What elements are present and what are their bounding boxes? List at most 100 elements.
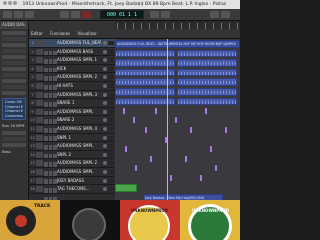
midi-note[interactable]: [215, 165, 217, 172]
inspector-setting[interactable]: [2, 131, 26, 136]
audio-region[interactable]: [115, 59, 175, 67]
plugin-slot[interactable]: Compressor: [5, 114, 23, 119]
pan-knob[interactable]: [103, 161, 107, 166]
midi-note[interactable]: [175, 117, 177, 124]
midi-note[interactable]: [205, 107, 207, 114]
track-row[interactable]: 13 AUDIOMASS SMPL: [29, 142, 115, 159]
midi-note[interactable]: [125, 146, 127, 153]
midi-note[interactable]: [225, 126, 227, 133]
track-row[interactable]: 6 HI HATS: [29, 82, 115, 99]
menu-edit[interactable]: Editar: [31, 31, 43, 36]
midi-note[interactable]: [200, 174, 202, 181]
inspector-setting[interactable]: [2, 61, 26, 65]
pan-knob[interactable]: [103, 118, 107, 123]
audio-region[interactable]: [115, 97, 175, 106]
track-row[interactable]: 11 AUDIOMASS SMPL 4: [29, 125, 115, 142]
inspector-setting[interactable]: [2, 49, 26, 53]
pan-knob[interactable]: [103, 169, 107, 174]
inspector-setting[interactable]: [2, 79, 26, 83]
pan-knob[interactable]: [103, 109, 107, 114]
record-button[interactable]: [82, 11, 91, 18]
editors-button[interactable]: [221, 11, 230, 18]
pan-knob[interactable]: [103, 152, 107, 157]
mixer-button[interactable]: [210, 11, 219, 18]
midi-note[interactable]: [145, 126, 147, 133]
track-row[interactable]: 3 AUDIOMASS SMPL 1: [29, 56, 115, 73]
play-button[interactable]: [71, 11, 80, 18]
pan-knob[interactable]: [103, 92, 107, 97]
inspector-setting[interactable]: [2, 143, 26, 148]
midi-note[interactable]: [155, 107, 157, 114]
inspector-setting[interactable]: [2, 73, 26, 77]
pan-knob[interactable]: [103, 66, 107, 71]
midi-note[interactable]: [150, 155, 152, 162]
audio-region[interactable]: [177, 49, 237, 58]
plugin-slots[interactable]: Comp OK / Rec Channel EQ Channel EQ Comp…: [2, 98, 26, 121]
pan-knob[interactable]: [103, 41, 107, 45]
audio-region[interactable]: [177, 97, 237, 106]
midi-note[interactable]: [190, 126, 192, 133]
midi-note[interactable]: [185, 155, 187, 162]
inspector-button[interactable]: [14, 11, 23, 18]
menu-view[interactable]: Visualizar: [77, 31, 96, 36]
pan-knob[interactable]: [103, 101, 107, 106]
inspector-setting[interactable]: [2, 31, 26, 35]
midi-note[interactable]: [170, 174, 172, 181]
track-row[interactable]: 2 AUDIOMASS BASS: [29, 48, 115, 65]
pan-knob[interactable]: [103, 49, 107, 54]
metronome-button[interactable]: [161, 11, 170, 18]
track-row[interactable]: 9 AUDIOMASS SMPL: [29, 108, 115, 125]
menu-functions[interactable]: Funciones: [50, 31, 70, 36]
track-row[interactable]: 14 SNPL 2: [29, 151, 115, 168]
pan-knob[interactable]: [103, 135, 107, 140]
pan-knob[interactable]: [103, 144, 107, 149]
inspector-setting[interactable]: [2, 55, 26, 59]
minimize-window-button[interactable]: [8, 1, 12, 5]
track-row[interactable]: 5 AUDIOMASS SMPL 2: [29, 73, 115, 90]
audio-region-full-beat[interactable]: AUDIOMASS FULL BEAT... INSTRUMENTAL RAP …: [115, 40, 240, 48]
track-row[interactable]: 10 SNARE 2: [29, 116, 115, 133]
timeline-ruler[interactable]: [115, 21, 240, 29]
inspector-setting[interactable]: [2, 43, 26, 47]
rewind-button[interactable]: [60, 11, 69, 18]
pan-knob[interactable]: [103, 178, 107, 183]
inspector-setting[interactable]: [2, 91, 26, 95]
audio-region-green[interactable]: [115, 184, 137, 192]
inspector-setting[interactable]: [2, 85, 26, 89]
cycle-button[interactable]: [150, 11, 159, 18]
midi-note[interactable]: [135, 165, 137, 172]
track-row[interactable]: 1 AUDIOMASS FUL_BEAT: [29, 39, 115, 56]
pan-knob[interactable]: [103, 83, 107, 88]
midi-note[interactable]: [133, 117, 135, 124]
audio-region[interactable]: [177, 78, 237, 86]
audio-region[interactable]: [177, 88, 237, 96]
track-row[interactable]: 12 SNPL 1: [29, 134, 115, 151]
close-window-button[interactable]: [3, 1, 7, 5]
audio-region[interactable]: [115, 88, 175, 96]
audio-region[interactable]: [177, 68, 237, 77]
audio-region[interactable]: [115, 68, 175, 77]
pan-knob[interactable]: [103, 187, 107, 192]
track-row[interactable]: 15 AUDIOMASS SMPL 2: [29, 159, 115, 176]
track-row[interactable]: 4 KICK: [29, 65, 115, 82]
pan-knob[interactable]: [103, 58, 107, 63]
audio-region[interactable]: [115, 49, 175, 58]
track-row[interactable]: 7 AUDIOMASS SMPL 3: [29, 91, 115, 108]
audio-region[interactable]: [177, 59, 237, 67]
zoom-window-button[interactable]: [13, 1, 17, 5]
track-row[interactable]: 18 TAG THECONS...: [29, 185, 115, 202]
pan-knob[interactable]: [103, 75, 107, 80]
midi-note[interactable]: [210, 146, 212, 153]
library-button[interactable]: [3, 11, 12, 18]
inspector-setting[interactable]: [2, 137, 26, 142]
midi-note[interactable]: [123, 107, 125, 114]
track-row[interactable]: 8 SNARE 1: [29, 99, 115, 116]
toolbar-button[interactable]: [25, 11, 34, 18]
audio-region[interactable]: [115, 78, 175, 86]
plugin-slot[interactable]: Comp OK / Rec: [5, 100, 23, 105]
inspector-setting[interactable]: [2, 67, 26, 71]
inspector-setting[interactable]: [2, 37, 26, 41]
pan-knob[interactable]: [103, 126, 107, 131]
track-row[interactable]: 17 JOEY BADASS: [29, 177, 115, 193]
track-row[interactable]: 16 AUDIOMASS SMPL: [29, 168, 115, 185]
